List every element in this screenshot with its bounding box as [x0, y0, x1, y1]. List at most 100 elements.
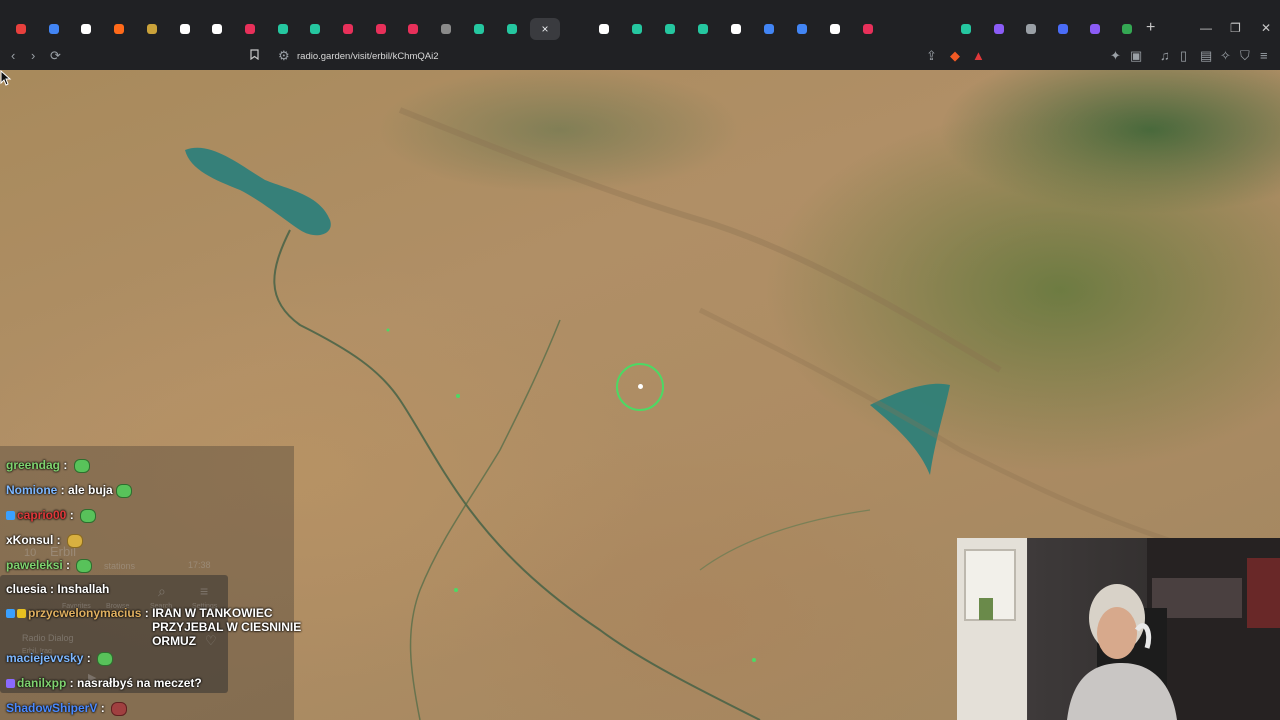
back-icon[interactable]: ‹ — [11, 49, 15, 63]
close-tab-icon[interactable]: × — [541, 23, 548, 35]
browser-toolbar: ‹ › ⟳ ⚙ radio.garden/visit/erbil/kChmQAi… — [0, 44, 1280, 70]
browser-tab[interactable] — [1084, 18, 1106, 40]
chat-text: IRAN W TANKOWIEC PRZYJEBAL W CIESNINIE O… — [152, 606, 302, 648]
browser-tab[interactable] — [468, 18, 490, 40]
browser-tab[interactable] — [206, 18, 228, 40]
tab-favicon-icon — [1122, 24, 1132, 34]
tab-favicon-icon — [731, 24, 741, 34]
emote-icon — [115, 483, 132, 498]
browser-tab[interactable] — [337, 18, 359, 40]
station-dot[interactable] — [386, 328, 390, 332]
browser-tab[interactable] — [725, 18, 747, 40]
share-icon[interactable]: ⇪ — [926, 49, 937, 63]
browser-tab[interactable] — [43, 18, 65, 40]
tab-favicon-icon — [665, 24, 675, 34]
menu-icon[interactable]: ≡ — [1260, 49, 1268, 63]
emote-icon — [80, 508, 97, 523]
tab-favicon-icon — [146, 24, 157, 34]
browser-tab[interactable] — [239, 18, 261, 40]
badge-icon — [6, 609, 15, 619]
bookmark-icon[interactable] — [250, 49, 259, 63]
media-icon[interactable]: ♫ — [1160, 49, 1170, 63]
browser-tab-active[interactable]: × — [530, 18, 560, 40]
browser-tab[interactable] — [1020, 18, 1042, 40]
site-info-icon[interactable]: ⚙ — [278, 49, 290, 63]
chat-message: greendag : — [6, 458, 90, 473]
chat-message: przycwelonymacius : IRAN W TANKOWIEC PRZ… — [6, 606, 302, 648]
forward-icon[interactable]: › — [31, 49, 35, 63]
tab-favicon-icon — [212, 24, 223, 34]
chat-username: cluesia — [6, 582, 47, 596]
restore-button[interactable]: ❐ — [1230, 20, 1241, 36]
close-window-button[interactable]: ✕ — [1261, 20, 1271, 36]
browser-tab[interactable] — [304, 18, 326, 40]
chat-username: Nomione — [6, 483, 58, 497]
chat-text: ale buja — [68, 483, 113, 497]
chat-username: xKonsul — [6, 533, 54, 547]
location-marker[interactable] — [616, 363, 664, 411]
browser-tab[interactable] — [758, 18, 780, 40]
browser-tab[interactable] — [75, 18, 97, 40]
new-tab-button[interactable]: + — [1146, 20, 1155, 36]
chat-message: xKonsul : — [6, 533, 84, 548]
mountain-ridge — [398, 107, 1002, 373]
browser-tab[interactable] — [272, 18, 294, 40]
tab-favicon-icon — [961, 24, 971, 34]
browser-tab[interactable] — [988, 18, 1010, 40]
browser-tab[interactable] — [626, 18, 648, 40]
screenshot-icon[interactable]: ▣ — [1130, 49, 1142, 63]
chat-message: caprio00 : — [6, 508, 97, 523]
url-field[interactable]: radio.garden/visit/erbil/kChmQAi2 — [297, 51, 439, 62]
tab-favicon-icon — [81, 24, 92, 34]
streamer-webcam — [957, 538, 1280, 720]
tab-favicon-icon — [1058, 24, 1068, 34]
brave-rewards-icon[interactable]: ▲ — [972, 49, 985, 63]
browser-tab[interactable] — [108, 18, 130, 40]
tab-favicon-icon — [16, 24, 26, 34]
tab-favicon-icon — [1026, 24, 1036, 34]
station-dot[interactable] — [752, 658, 756, 662]
browser-tab[interactable] — [10, 18, 32, 40]
tab-favicon-icon — [48, 24, 59, 34]
extensions-icon[interactable]: ✦ — [1110, 49, 1121, 63]
vpn-icon[interactable]: ⛉ — [1240, 49, 1250, 63]
tab-favicon-icon — [830, 24, 840, 34]
chat-username: paweleksi — [6, 558, 63, 572]
browser-tab[interactable] — [692, 18, 714, 40]
browser-tab[interactable] — [824, 18, 846, 40]
leo-icon[interactable]: ✧ — [1220, 49, 1231, 63]
chat-username: greendag — [6, 458, 61, 472]
browser-tab[interactable] — [659, 18, 681, 40]
chat-message: danilxpp : nasrałbyś na meczet? — [6, 676, 202, 690]
browser-tab[interactable] — [174, 18, 196, 40]
tab-favicon-icon — [764, 24, 774, 34]
browser-tab[interactable] — [593, 18, 615, 40]
tab-favicon-icon — [797, 24, 807, 34]
brave-shield-icon[interactable]: ◆ — [950, 49, 960, 63]
browser-tab[interactable] — [141, 18, 163, 40]
chat-message: maciejevvsky : — [6, 651, 114, 666]
minimize-button[interactable]: — — [1200, 20, 1212, 36]
station-dot[interactable] — [456, 394, 460, 398]
mountain-ridge-2 — [698, 307, 1201, 553]
reload-icon[interactable]: ⟳ — [50, 49, 61, 63]
browser-tab[interactable] — [1052, 18, 1074, 40]
badge-icon — [6, 679, 15, 689]
browser-tab[interactable] — [435, 18, 457, 40]
browser-tab[interactable] — [1116, 18, 1138, 40]
tab-favicon-icon — [277, 24, 288, 34]
browser-tab[interactable] — [501, 18, 523, 40]
chat-username: przycwelonymacius — [28, 606, 142, 620]
browser-tab[interactable] — [791, 18, 813, 40]
wallet-icon[interactable]: ▤ — [1200, 49, 1212, 63]
tab-favicon-icon — [632, 24, 642, 34]
chat-username: danilxpp — [17, 676, 67, 690]
location-marker-dot — [638, 384, 643, 389]
station-dot[interactable] — [454, 588, 458, 592]
sidebar-icon[interactable]: ▯ — [1180, 49, 1187, 63]
browser-tab[interactable] — [857, 18, 879, 40]
browser-tab[interactable] — [402, 18, 424, 40]
browser-tab[interactable] — [370, 18, 392, 40]
browser-tab[interactable] — [955, 18, 977, 40]
emote-icon — [111, 701, 128, 716]
